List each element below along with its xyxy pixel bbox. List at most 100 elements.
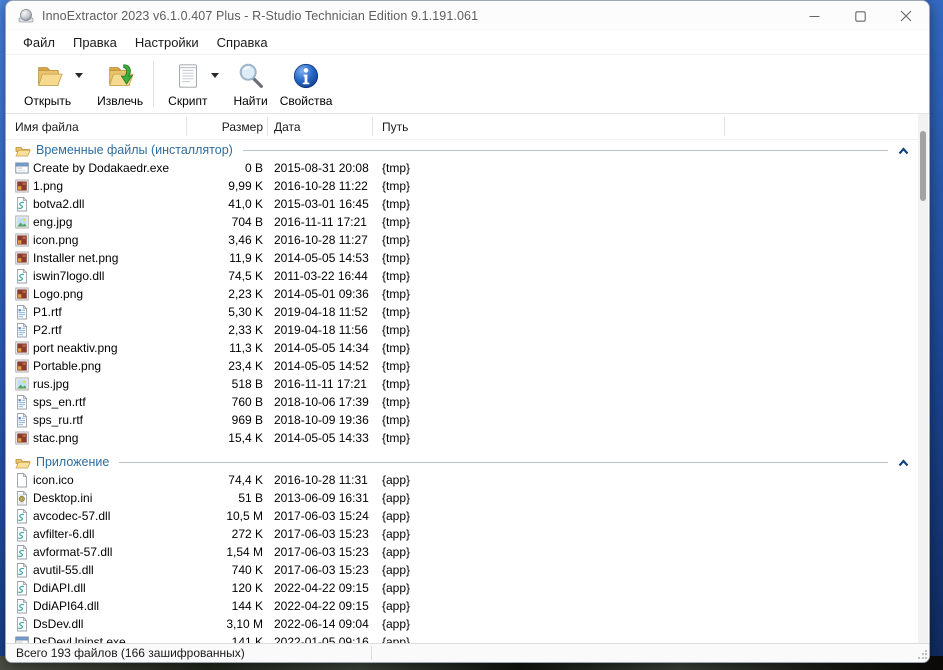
table-row[interactable]: avutil-55.dll 740 K 2017-06-03 15:23 {app}: [6, 561, 929, 579]
column-header-name[interactable]: Имя файла: [15, 120, 79, 134]
file-date: 2016-11-11 17:21: [274, 215, 367, 229]
dll-file-icon: [15, 526, 29, 542]
close-button[interactable]: [883, 1, 929, 31]
file-date: 2015-08-31 20:08: [274, 161, 369, 175]
table-row[interactable]: Create by Dodakaedr.exe 0 B 2015-08-31 20:…: [6, 159, 929, 177]
table-row[interactable]: DsDev.dll 3,10 M 2022-06-14 09:04 {app}: [6, 615, 929, 633]
menu-file[interactable]: Файл: [14, 32, 64, 53]
properties-button[interactable]: Свойства: [274, 58, 339, 110]
table-row[interactable]: Desktop.ini 51 B 2013-06-09 16:31 {app}: [6, 489, 929, 507]
file-size: 518 B: [231, 377, 263, 391]
column-divider[interactable]: [724, 117, 725, 136]
file-name: rus.jpg: [33, 377, 70, 391]
menu-settings[interactable]: Настройки: [126, 32, 208, 53]
table-row[interactable]: DdiAPI.dll 120 K 2022-04-22 09:15 {app}: [6, 579, 929, 597]
file-date: 2019-04-18 11:56: [274, 323, 368, 337]
find-button[interactable]: Найти: [227, 58, 273, 110]
menu-bar: Файл Правка Настройки Справка: [6, 31, 929, 54]
file-path: {tmp}: [382, 377, 411, 391]
table-row[interactable]: 1.png 9,99 K 2016-10-28 11:22 {tmp}: [6, 177, 929, 195]
file-name: Logo.png: [33, 287, 84, 301]
open-folder-icon: [15, 144, 31, 157]
file-name: avcodec-57.dll: [33, 509, 111, 523]
rtf-file-icon: [15, 304, 29, 320]
group-header[interactable]: Временные файлы (инсталлятор): [6, 140, 929, 159]
table-row[interactable]: botva2.dll 41,0 K 2015-03-01 16:45 {tmp}: [6, 195, 929, 213]
file-path: {app}: [382, 617, 411, 631]
table-row[interactable]: DdiAPI64.dll 144 K 2022-04-22 09:15 {app}: [6, 597, 929, 615]
file-date: 2016-10-28 11:22: [274, 179, 368, 193]
open-button-label: Открыть: [24, 94, 72, 108]
open-folder-icon: [33, 60, 63, 92]
column-header-date[interactable]: Дата: [274, 120, 301, 134]
group-rule: [242, 149, 888, 151]
file-date: 2017-06-03 15:24: [274, 509, 369, 523]
status-bar: Всего 193 файлов (166 зашифрованных): [6, 643, 929, 662]
minimize-button[interactable]: [791, 1, 837, 31]
table-row[interactable]: iswin7logo.dll 74,5 K 2011-03-22 16:44 {tmp…: [6, 267, 929, 285]
png-file-icon: [15, 179, 29, 194]
script-button[interactable]: Скрипт: [162, 58, 213, 110]
table-row[interactable]: P1.rtf 5,30 K 2019-04-18 11:52 {tmp}: [6, 303, 929, 321]
column-divider[interactable]: [267, 117, 268, 136]
table-row[interactable]: icon.ico 74,4 K 2016-10-28 11:31 {app}: [6, 471, 929, 489]
column-header-row: Имя файла Размер Дата Путь: [6, 114, 929, 140]
table-row[interactable]: Logo.png 2,23 K 2014-05-01 09:36 {tmp}: [6, 285, 929, 303]
file-path: {app}: [382, 491, 411, 505]
table-row[interactable]: Installer net.png 11,9 K 2014-05-05 14:53 {…: [6, 249, 929, 267]
column-divider[interactable]: [186, 117, 187, 136]
status-text: Всего 193 файлов (166 зашифрованных): [16, 646, 245, 660]
script-dropdown-arrow[interactable]: [211, 73, 220, 96]
table-row[interactable]: port neaktiv.png 11,3 K 2014-05-05 14:34 {t…: [6, 339, 929, 357]
extract-button[interactable]: Извлечь: [91, 58, 149, 110]
file-name: sps_en.rtf: [33, 395, 86, 409]
open-dropdown-arrow[interactable]: [75, 73, 84, 96]
table-row[interactable]: rus.jpg 518 B 2016-11-11 17:21 {tmp}: [6, 375, 929, 393]
menu-edit[interactable]: Правка: [64, 32, 126, 53]
script-icon: [174, 60, 202, 92]
table-row[interactable]: Portable.png 23,4 K 2014-05-05 14:52 {tmp}: [6, 357, 929, 375]
table-row[interactable]: sps_ru.rtf 969 B 2018-10-09 19:36 {tmp}: [6, 411, 929, 429]
dll-file-icon: [15, 562, 29, 578]
group-rule: [119, 461, 888, 463]
table-row[interactable]: stac.png 15,4 K 2014-05-05 14:33 {tmp}: [6, 429, 929, 447]
file-size: 144 K: [231, 599, 263, 613]
file-name: P1.rtf: [33, 305, 62, 319]
maximize-button[interactable]: [837, 1, 883, 31]
file-name: DsDev.dll: [33, 617, 84, 631]
file-date: 2016-10-28 11:31: [274, 473, 368, 487]
file-path: {tmp}: [382, 233, 411, 247]
collapse-chevron-icon[interactable]: [898, 146, 909, 155]
file-name: avutil-55.dll: [33, 563, 94, 577]
file-name: port neaktiv.png: [33, 341, 118, 355]
app-icon: [18, 8, 34, 24]
group-header[interactable]: Приложение: [6, 452, 929, 471]
file-path: {app}: [382, 599, 411, 613]
file-date: 2018-10-06 17:39: [274, 395, 369, 409]
title-bar[interactable]: InnoExtractor 2023 v6.1.0.407 Plus - R-S…: [6, 1, 929, 31]
table-row[interactable]: icon.png 3,46 K 2016-10-28 11:27 {tmp}: [6, 231, 929, 249]
ico-file-icon: [15, 472, 29, 488]
table-row[interactable]: avformat-57.dll 1,54 M 2017-06-03 15:23 {ap…: [6, 543, 929, 561]
dll-file-icon: [15, 616, 29, 632]
table-row[interactable]: eng.jpg 704 B 2016-11-11 17:21 {tmp}: [6, 213, 929, 231]
table-row[interactable]: P2.rtf 2,33 K 2019-04-18 11:56 {tmp}: [6, 321, 929, 339]
file-path: {tmp}: [382, 215, 411, 229]
file-size: 3,10 M: [226, 617, 263, 631]
dll-file-icon: [15, 268, 29, 284]
column-header-size[interactable]: Размер: [146, 120, 263, 134]
table-row[interactable]: avcodec-57.dll 10,5 M 2017-06-03 15:24 {app…: [6, 507, 929, 525]
dll-file-icon: [15, 196, 29, 212]
collapse-chevron-icon[interactable]: [898, 458, 909, 467]
window-title: InnoExtractor 2023 v6.1.0.407 Plus - R-S…: [42, 9, 479, 23]
extract-button-label: Извлечь: [97, 94, 144, 108]
table-row[interactable]: avfilter-6.dll 272 K 2017-06-03 15:23 {app}: [6, 525, 929, 543]
column-header-path[interactable]: Путь: [382, 120, 408, 134]
column-divider[interactable]: [372, 117, 373, 136]
table-row[interactable]: sps_en.rtf 760 B 2018-10-06 17:39 {tmp}: [6, 393, 929, 411]
menu-help[interactable]: Справка: [208, 32, 277, 53]
vertical-scrollbar[interactable]: [918, 114, 928, 643]
open-button[interactable]: Открыть: [18, 58, 77, 110]
resize-grip[interactable]: [917, 650, 927, 660]
scrollbar-thumb[interactable]: [920, 131, 926, 201]
